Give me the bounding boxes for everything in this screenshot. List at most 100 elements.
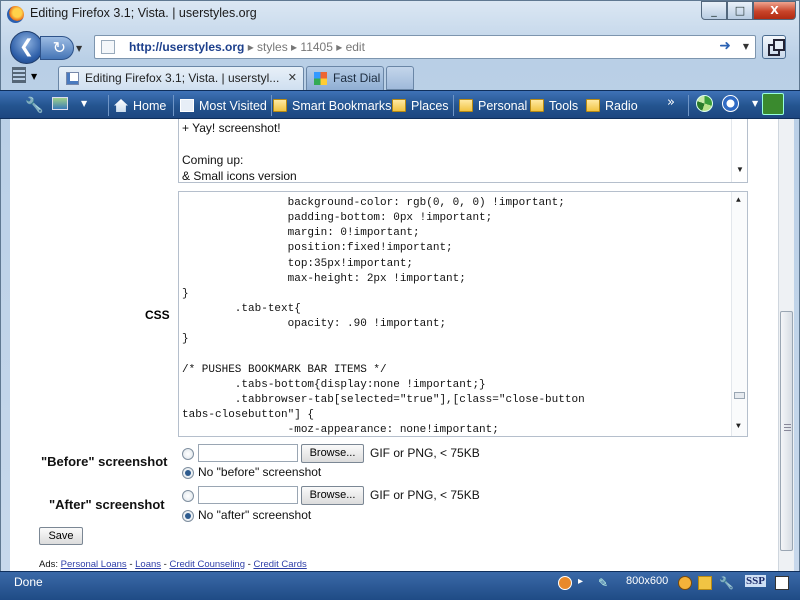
note-icon[interactable] bbox=[775, 576, 789, 590]
folder-icon bbox=[392, 99, 406, 112]
css-scrollbar[interactable]: ▲ ▼ bbox=[731, 192, 747, 436]
after-upload-radio[interactable] bbox=[182, 490, 194, 502]
css-textarea[interactable]: background-color: rgb(0, 0, 0) !importan… bbox=[178, 191, 748, 437]
css-code[interactable]: background-color: rgb(0, 0, 0) !importan… bbox=[182, 196, 585, 436]
bookmark-smart-bookmarks[interactable]: Smart Bookmarks bbox=[273, 96, 391, 116]
most-visited-icon bbox=[180, 99, 194, 112]
after-file-input[interactable] bbox=[198, 486, 298, 504]
stylish-extension-icon[interactable] bbox=[722, 95, 739, 112]
title-bar: Editing Firefox 3.1; Vista. | userstyles… bbox=[0, 0, 800, 30]
toolbar-separator bbox=[108, 95, 109, 116]
page-scrollbar[interactable] bbox=[778, 119, 794, 571]
image-dropdown-icon[interactable]: ▼ bbox=[81, 99, 87, 108]
face-icon[interactable] bbox=[678, 576, 692, 590]
ad-link[interactable]: Loans bbox=[135, 559, 161, 570]
scroll-down-arrow-icon[interactable]: ▼ bbox=[736, 165, 744, 174]
ad-link[interactable]: Credit Counseling bbox=[169, 559, 245, 570]
ad-link[interactable]: Personal Loans bbox=[61, 559, 127, 570]
bookmark-label: Smart Bookmarks bbox=[292, 99, 392, 113]
folder-icon bbox=[530, 99, 544, 112]
before-file-input[interactable] bbox=[198, 444, 298, 462]
bookmark-label: Places bbox=[411, 99, 449, 113]
site-favicon-icon bbox=[101, 40, 115, 54]
tab-editing[interactable]: Editing Firefox 3.1; Vista. | userstyl..… bbox=[58, 66, 304, 90]
url-dropdown-icon[interactable]: ▼ bbox=[743, 42, 749, 51]
go-arrow-icon[interactable]: ➜ bbox=[719, 38, 731, 54]
music-icon[interactable] bbox=[558, 576, 572, 590]
before-hint: GIF or PNG, < 75KB bbox=[370, 446, 480, 460]
bookmark-label: Tools bbox=[549, 99, 579, 113]
no-before-label[interactable]: No "before" screenshot bbox=[198, 465, 321, 479]
url-host: http://userstyles.org bbox=[129, 40, 245, 54]
bookmark-most-visited[interactable]: Most Visited bbox=[180, 96, 267, 116]
bookmarks-overflow-chevron[interactable]: » bbox=[667, 95, 675, 110]
description-line bbox=[182, 136, 297, 152]
no-before-radio[interactable] bbox=[182, 467, 194, 479]
bookmark-places[interactable]: Places bbox=[392, 96, 449, 116]
scroll-down-arrow-icon[interactable]: ▼ bbox=[736, 422, 741, 431]
toolbar-separator bbox=[173, 95, 174, 116]
before-browse-button[interactable]: Browse... bbox=[301, 444, 364, 463]
new-tab-button[interactable] bbox=[386, 66, 414, 90]
tab-fast-dial[interactable]: Fast Dial bbox=[306, 66, 384, 90]
description-line: Coming up: bbox=[182, 153, 244, 167]
bookmark-home[interactable]: Home bbox=[114, 96, 166, 116]
bookmark-personal[interactable]: Personal bbox=[459, 96, 527, 116]
tab-label: Fast Dial bbox=[333, 71, 381, 85]
window-restore-icon[interactable] bbox=[762, 35, 786, 59]
pen-icon[interactable]: ✎ bbox=[598, 576, 612, 590]
no-after-label[interactable]: No "after" screenshot bbox=[198, 508, 311, 522]
tab-label: Editing Firefox 3.1; Vista. | userstyl..… bbox=[85, 71, 280, 85]
folder-icon bbox=[459, 99, 473, 112]
puzzle-extension-icon[interactable] bbox=[762, 93, 784, 115]
page-scroll-thumb[interactable] bbox=[780, 311, 793, 551]
reload-button[interactable]: ↻ bbox=[40, 36, 74, 60]
description-scrollbar[interactable]: ▼ bbox=[731, 119, 747, 182]
menu-icon[interactable] bbox=[12, 67, 26, 83]
bookmark-label: Radio bbox=[605, 99, 638, 113]
save-button[interactable]: Save bbox=[39, 527, 83, 545]
edit-page-icon bbox=[66, 72, 79, 85]
ads-separator: - bbox=[126, 559, 136, 570]
home-icon bbox=[114, 99, 128, 112]
play-icon[interactable]: ▸ bbox=[578, 576, 592, 590]
window-title: Editing Firefox 3.1; Vista. | userstyles… bbox=[30, 6, 257, 20]
resolution-indicator[interactable]: 800x600 bbox=[626, 575, 668, 587]
bookmark-label: Personal bbox=[478, 99, 528, 113]
ad-link[interactable]: Credit Cards bbox=[253, 559, 306, 570]
tools-icon[interactable]: 🔧 bbox=[719, 576, 734, 590]
bookmark-label: Most Visited bbox=[199, 99, 267, 113]
url-path: ▸ styles ▸ 11405 ▸ edit bbox=[244, 40, 365, 54]
maximize-button[interactable]: □ bbox=[727, 1, 753, 20]
url-text[interactable]: http://userstyles.org ▸ styles ▸ 11405 ▸… bbox=[129, 40, 365, 54]
before-screenshot-label: "Before" screenshot bbox=[41, 454, 168, 469]
after-browse-button[interactable]: Browse... bbox=[301, 486, 364, 505]
sync-extension-icon[interactable] bbox=[696, 95, 713, 112]
description-textarea[interactable]: + Yay! screenshot! Coming up: & Small ic… bbox=[178, 119, 748, 183]
scroll-up-arrow-icon[interactable]: ▲ bbox=[736, 196, 741, 205]
ssp-badge[interactable]: SSP bbox=[745, 575, 766, 587]
bookmark-radio[interactable]: Radio bbox=[586, 96, 638, 116]
css-scroll-thumb[interactable] bbox=[734, 392, 745, 399]
description-line: & Small icons version bbox=[182, 169, 297, 183]
stylish-dropdown-icon[interactable]: ▼ bbox=[752, 99, 758, 108]
image-icon[interactable] bbox=[52, 97, 68, 110]
folder-status-icon[interactable] bbox=[698, 576, 712, 590]
no-after-radio[interactable] bbox=[182, 510, 194, 522]
bookmark-tools[interactable]: Tools bbox=[530, 96, 578, 116]
minimize-button[interactable]: _ bbox=[701, 1, 727, 20]
after-hint: GIF or PNG, < 75KB bbox=[370, 488, 480, 502]
firefox-logo-icon bbox=[7, 6, 24, 23]
history-dropdown-icon[interactable]: ▼ bbox=[76, 44, 82, 53]
url-bar[interactable]: http://userstyles.org ▸ styles ▸ 11405 ▸… bbox=[94, 35, 756, 59]
tab-close-icon[interactable]: ✕ bbox=[288, 67, 297, 89]
folder-icon bbox=[586, 99, 600, 112]
back-button[interactable]: ❮ bbox=[10, 31, 43, 64]
wrench-icon[interactable]: 🔧 bbox=[25, 96, 44, 114]
page-content: + Yay! screenshot! Coming up: & Small ic… bbox=[10, 119, 778, 571]
toolbar-separator bbox=[453, 95, 454, 116]
close-window-button[interactable]: X bbox=[753, 1, 796, 20]
menu-dropdown-icon[interactable]: ▼ bbox=[31, 72, 37, 81]
before-upload-radio[interactable] bbox=[182, 448, 194, 460]
status-text: Done bbox=[14, 575, 43, 589]
